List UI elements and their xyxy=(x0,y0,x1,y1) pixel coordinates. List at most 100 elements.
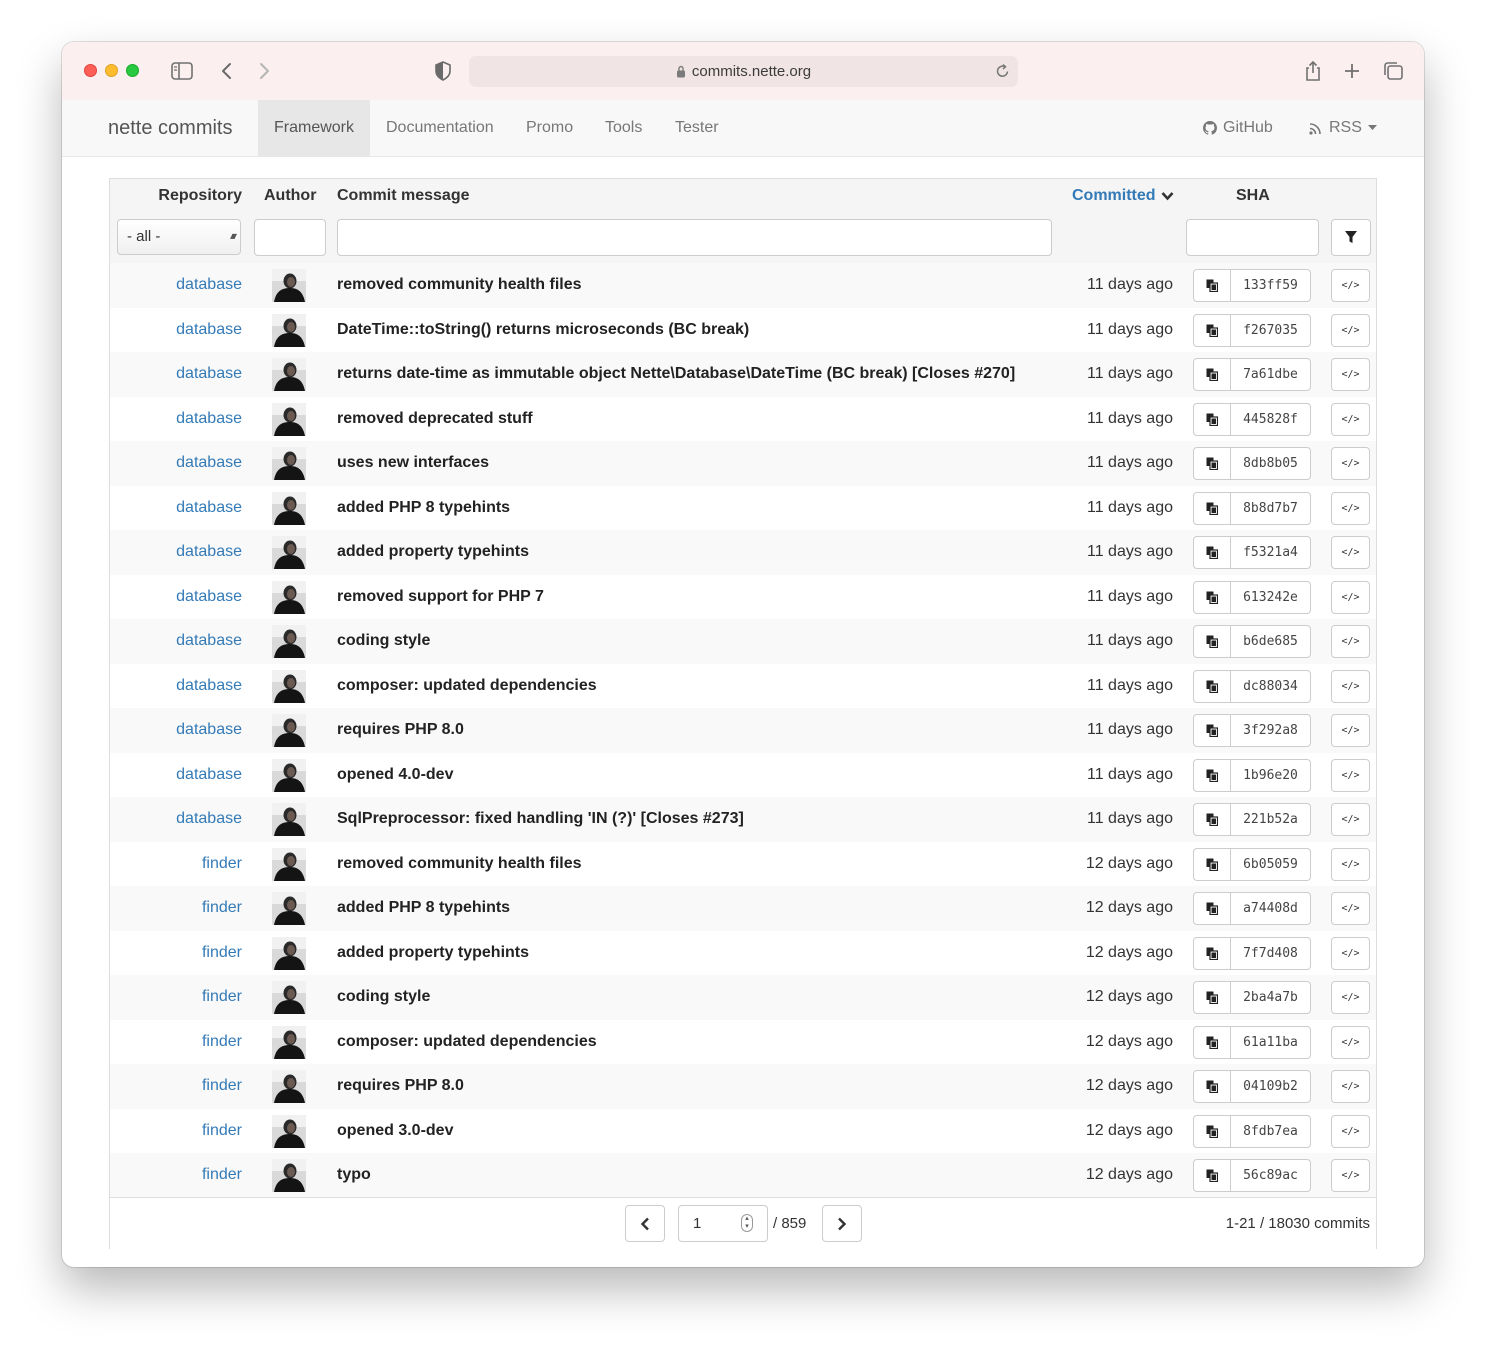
copy-sha-button[interactable] xyxy=(1193,1070,1231,1103)
copy-sha-button[interactable] xyxy=(1193,313,1231,347)
repo-link[interactable]: database xyxy=(176,575,242,619)
repo-link[interactable]: finder xyxy=(202,931,242,975)
commit-sha[interactable]: 6b05059 xyxy=(1230,847,1311,881)
copy-sha-button[interactable] xyxy=(1193,402,1231,436)
nav-tester[interactable]: Tester xyxy=(659,100,735,156)
repo-link[interactable]: finder xyxy=(202,886,242,930)
copy-sha-button[interactable] xyxy=(1193,981,1231,1014)
nav-tools[interactable]: Tools xyxy=(589,100,658,156)
commit-sha[interactable]: f267035 xyxy=(1230,313,1311,347)
author-avatar[interactable] xyxy=(272,669,306,703)
repo-link[interactable]: database xyxy=(176,708,242,752)
commit-sha[interactable]: b6de685 xyxy=(1230,625,1311,658)
view-code-button[interactable]: </> xyxy=(1331,892,1370,925)
view-code-button[interactable]: </> xyxy=(1331,491,1370,525)
repo-link[interactable]: database xyxy=(176,397,242,441)
commit-sha[interactable]: 8db8b05 xyxy=(1230,447,1311,480)
author-avatar[interactable] xyxy=(272,313,306,347)
repo-link[interactable]: database xyxy=(176,797,242,841)
view-code-button[interactable]: </> xyxy=(1331,580,1370,614)
new-tab-icon[interactable] xyxy=(1339,58,1365,84)
copy-sha-button[interactable] xyxy=(1193,1159,1231,1192)
author-avatar[interactable] xyxy=(272,892,306,925)
repo-link[interactable]: database xyxy=(176,263,242,307)
repo-link[interactable]: database xyxy=(176,308,242,352)
commit-sha[interactable]: 221b52a xyxy=(1230,803,1311,836)
repo-link[interactable]: database xyxy=(176,664,242,708)
commit-sha[interactable]: 8b8d7b7 xyxy=(1230,491,1311,525)
repo-link[interactable]: finder xyxy=(202,1109,242,1153)
author-avatar[interactable] xyxy=(272,803,306,836)
copy-sha-button[interactable] xyxy=(1193,1114,1231,1148)
copy-sha-button[interactable] xyxy=(1193,447,1231,480)
site-brand[interactable]: nette commits xyxy=(108,100,232,156)
share-icon[interactable] xyxy=(1300,58,1326,84)
repo-link[interactable]: database xyxy=(176,530,242,574)
view-code-button[interactable]: </> xyxy=(1331,625,1370,658)
commit-sha[interactable]: dc88034 xyxy=(1230,669,1311,703)
commit-sha[interactable]: 8fdb7ea xyxy=(1230,1114,1311,1148)
author-avatar[interactable] xyxy=(272,981,306,1014)
filter-button[interactable] xyxy=(1331,219,1371,256)
privacy-shield-icon[interactable] xyxy=(430,58,456,84)
view-code-button[interactable]: </> xyxy=(1331,358,1370,391)
copy-sha-button[interactable] xyxy=(1193,358,1231,391)
view-code-button[interactable]: </> xyxy=(1331,536,1370,569)
repo-link[interactable]: database xyxy=(176,753,242,797)
repo-link[interactable]: finder xyxy=(202,1064,242,1108)
commit-sha[interactable]: 7f7d408 xyxy=(1230,936,1311,970)
author-avatar[interactable] xyxy=(272,580,306,614)
author-avatar[interactable] xyxy=(272,536,306,569)
view-code-button[interactable]: </> xyxy=(1331,1159,1370,1192)
reload-icon[interactable] xyxy=(995,63,1010,83)
copy-sha-button[interactable] xyxy=(1193,580,1231,614)
commit-sha[interactable]: 56c89ac xyxy=(1230,1159,1311,1192)
nav-rss[interactable]: RSS xyxy=(1309,100,1377,156)
copy-sha-button[interactable] xyxy=(1193,803,1231,836)
repo-link[interactable]: database xyxy=(176,441,242,485)
view-code-button[interactable]: </> xyxy=(1331,936,1370,970)
view-code-button[interactable]: </> xyxy=(1331,402,1370,436)
view-code-button[interactable]: </> xyxy=(1331,313,1370,347)
view-code-button[interactable]: </> xyxy=(1331,847,1370,881)
copy-sha-button[interactable] xyxy=(1193,625,1231,658)
page-number-input[interactable]: 1 ▴ ▾ xyxy=(678,1205,768,1242)
repo-link[interactable]: finder xyxy=(202,842,242,886)
copy-sha-button[interactable] xyxy=(1193,758,1231,792)
repo-link[interactable]: database xyxy=(176,352,242,396)
commit-sha[interactable]: 613242e xyxy=(1230,580,1311,614)
back-arrow-icon[interactable] xyxy=(213,58,239,84)
author-avatar[interactable] xyxy=(272,402,306,436)
commit-sha[interactable]: 3f292a8 xyxy=(1230,714,1311,747)
author-avatar[interactable] xyxy=(272,358,306,391)
commit-sha[interactable]: 7a61dbe xyxy=(1230,358,1311,391)
copy-sha-button[interactable] xyxy=(1193,936,1231,970)
author-filter-input[interactable] xyxy=(254,219,326,256)
author-avatar[interactable] xyxy=(272,714,306,747)
commit-sha[interactable]: 445828f xyxy=(1230,402,1311,436)
commit-sha[interactable]: 133ff59 xyxy=(1230,269,1311,302)
page-stepper-icon[interactable]: ▴ ▾ xyxy=(741,1214,753,1232)
commit-sha[interactable]: 04109b2 xyxy=(1230,1070,1311,1103)
view-code-button[interactable]: </> xyxy=(1331,714,1370,747)
minimize-window-button[interactable] xyxy=(105,64,118,77)
nav-documentation[interactable]: Documentation xyxy=(370,100,510,156)
view-code-button[interactable]: </> xyxy=(1331,1114,1370,1148)
nav-promo[interactable]: Promo xyxy=(510,100,589,156)
nav-framework[interactable]: Framework xyxy=(258,100,370,156)
forward-arrow-icon[interactable] xyxy=(252,58,278,84)
repo-link[interactable]: finder xyxy=(202,975,242,1019)
copy-sha-button[interactable] xyxy=(1193,669,1231,703)
copy-sha-button[interactable] xyxy=(1193,536,1231,569)
zoom-window-button[interactable] xyxy=(126,64,139,77)
author-avatar[interactable] xyxy=(272,447,306,480)
view-code-button[interactable]: </> xyxy=(1331,1070,1370,1103)
commit-sha[interactable]: 2ba4a7b xyxy=(1230,981,1311,1014)
nav-github[interactable]: GitHub xyxy=(1203,100,1273,156)
author-avatar[interactable] xyxy=(272,625,306,658)
commit-sha[interactable]: 1b96e20 xyxy=(1230,758,1311,792)
next-page-button[interactable] xyxy=(822,1205,862,1242)
repo-link[interactable]: database xyxy=(176,619,242,663)
author-avatar[interactable] xyxy=(272,491,306,525)
author-avatar[interactable] xyxy=(272,758,306,792)
